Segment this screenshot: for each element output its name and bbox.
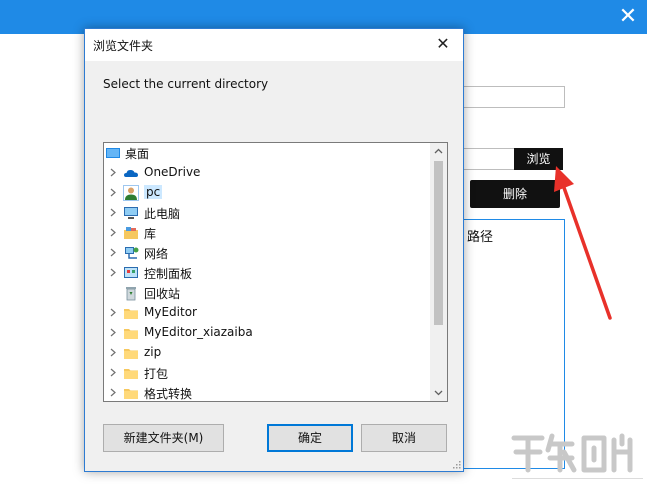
tree-item-label: 控制面板: [144, 267, 193, 281]
scrollbar-thumb[interactable]: [434, 161, 443, 325]
control-panel-icon: [124, 267, 138, 278]
tree-item[interactable]: MyEditor: [104, 303, 432, 323]
chevron-right-icon[interactable]: [108, 328, 117, 337]
chevron-right-icon[interactable]: [108, 248, 117, 257]
tree-item-label: MyEditor: [144, 305, 197, 319]
network-icon: [125, 247, 139, 259]
dialog-titlebar: 浏览文件夹 ✕: [85, 29, 463, 61]
scroll-up-icon[interactable]: [430, 143, 447, 160]
tree-item[interactable]: 网络: [104, 243, 432, 263]
chevron-right-icon[interactable]: [108, 348, 117, 357]
tree-item-label: 打包: [144, 367, 169, 381]
cloud-icon: [124, 170, 138, 177]
tree-item-label: 桌面: [125, 147, 150, 161]
tree-item-label: zip: [144, 345, 162, 359]
chevron-right-icon[interactable]: [108, 368, 117, 377]
tree-item-label: 回收站: [144, 287, 181, 301]
dialog-close-icon[interactable]: ✕: [435, 34, 451, 54]
ok-button[interactable]: 确定: [267, 424, 353, 452]
dialog-prompt: Select the current directory: [103, 77, 269, 91]
tree-item[interactable]: 此电脑: [104, 203, 432, 223]
chevron-right-icon[interactable]: [108, 168, 117, 177]
chevron-right-icon[interactable]: [108, 208, 117, 217]
scroll-down-icon[interactable]: [430, 384, 447, 401]
folder-icon: [124, 349, 138, 359]
folder-icon: [124, 389, 138, 399]
folder-icon: [124, 309, 138, 319]
chevron-right-icon[interactable]: [108, 228, 117, 237]
watermark-logo-icon: [511, 433, 643, 479]
chevron-right-icon[interactable]: [108, 388, 117, 397]
tree-item-label: 网络: [144, 247, 169, 261]
new-folder-button[interactable]: 新建文件夹(M): [103, 424, 224, 452]
tree-item[interactable]: zip: [104, 343, 432, 363]
tree-scrollbar[interactable]: [430, 143, 447, 401]
tree-item[interactable]: 回收站: [104, 283, 432, 303]
red-arrow-annotation: [554, 166, 612, 320]
folder-tree[interactable]: 桌面 OneDrive pc 此电脑库网络控制面板回收站 MyEditor MyEdito…: [103, 142, 448, 402]
tree-item-label: MyEditor_xiazaiba: [144, 325, 253, 339]
tree-item[interactable]: MyEditor_xiazaiba: [104, 323, 432, 343]
desktop-icon: [106, 148, 120, 158]
tree-item[interactable]: 格式转换: [104, 383, 432, 401]
screen: ✕ 浏览 删除 路径 浏览文件夹 ✕ Select the current di…: [0, 0, 647, 488]
resize-grip-icon[interactable]: [451, 459, 461, 469]
tree-item[interactable]: 控制面板: [104, 263, 432, 283]
tree-item[interactable]: 打包: [104, 363, 432, 383]
user-icon: [123, 185, 139, 201]
tree-item[interactable]: 桌面: [104, 143, 432, 163]
folder-icon: [124, 329, 138, 339]
tree-item-label: 此电脑: [144, 207, 181, 221]
tree-item-label: 库: [144, 227, 157, 241]
recycle-bin-icon: [126, 287, 136, 301]
path-input[interactable]: [462, 148, 514, 170]
name-input[interactable]: [462, 86, 565, 108]
path-list-header: 路径: [467, 230, 494, 245]
tree-item-label: OneDrive: [144, 165, 201, 179]
tree-item-label: pc: [144, 185, 163, 199]
tree-item[interactable]: OneDrive: [104, 163, 432, 183]
cancel-button[interactable]: 取消: [361, 424, 447, 452]
app-close-icon[interactable]: ✕: [617, 6, 639, 28]
computer-icon: [124, 207, 138, 219]
delete-button[interactable]: 删除: [470, 180, 560, 208]
chevron-right-icon[interactable]: [108, 268, 117, 277]
folder-icon: [124, 369, 138, 379]
tree-item[interactable]: pc: [104, 183, 432, 203]
chevron-right-icon[interactable]: [108, 308, 117, 317]
tree-item-label: 格式转换: [144, 387, 193, 401]
dialog-title: 浏览文件夹: [93, 39, 154, 53]
library-icon: [124, 227, 138, 239]
chevron-right-icon[interactable]: [108, 188, 117, 197]
browse-folder-dialog: 浏览文件夹 ✕ Select the current directory 桌面 O…: [84, 28, 464, 472]
tree-item[interactable]: 库: [104, 223, 432, 243]
